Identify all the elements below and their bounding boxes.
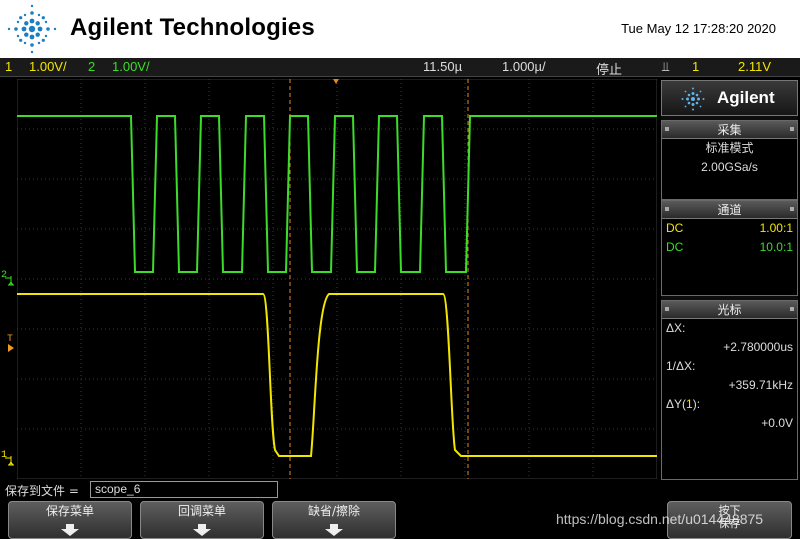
status-bar: 1 1.00V/ 2 1.00V/ 11.50µ 1.000µ/ 停止 ⫫ 1 … [0,58,800,77]
agilent-spark-icon [681,87,705,111]
inv-dx-value-row: +359.71kHz [662,376,797,395]
down-arrow-icon [193,524,211,536]
sample-rate: 2.00GSa/s [701,160,758,174]
dx-value: +2.780000us [723,340,793,354]
inv-dx-label: 1/ΔX: [666,359,696,373]
ch2-ground-icon [5,276,14,286]
trigger-edge-icon: ⫫ [662,59,670,74]
filename-row: 保存到文件 = scope_6 [0,480,800,499]
ch1-probe: 1.00:1 [759,221,793,235]
watermark-text: https://blog.csdn.net/u014448875 [556,511,764,527]
filename-label: 保存到文件 = [5,484,79,498]
trigger-position-icon [333,79,339,84]
panel-logo-text: Agilent [717,88,775,107]
panel-logo: Agilent [661,80,798,116]
dy-value: +0.0V [761,416,793,430]
acquire-box[interactable]: 采集 标准模式 2.00GSa/s [661,120,798,200]
cursors-box[interactable]: 光标 ΔX: +2.780000us 1/ΔX: +359.71kHz ΔY(1… [661,300,798,480]
dy-value-row: +0.0V [662,414,797,433]
side-panel: Agilent 采集 标准模式 2.00GSa/s 通道 DC 1.00:1 D… [661,80,798,480]
default-erase-softkey[interactable]: 缺省/擦除 [272,501,396,539]
brand-name: Agilent Technologies [70,14,315,41]
ch2-number[interactable]: 2 [88,59,95,74]
save-menu-softkey[interactable]: 保存菜单 [8,501,132,539]
inv-dx-value: +359.71kHz [728,378,793,392]
time-offset[interactable]: 11.50µ [423,59,462,74]
acquire-mode: 标准模式 [705,141,754,155]
acquire-title: 采集 [662,121,797,139]
ch2-probe: 10.0:1 [759,240,793,254]
ch1-number[interactable]: 1 [5,59,12,74]
trigger-source[interactable]: 1 [692,59,699,74]
waveform-display[interactable] [17,79,657,479]
channels-title: 通道 [662,201,797,219]
header: Agilent Technologies Tue May 12 17:28:20… [0,0,800,58]
run-state[interactable]: 停止 [596,59,622,78]
trigger-level[interactable]: 2.11V [738,59,771,74]
channels-box[interactable]: 通道 DC 1.00:1 DC 10.0:1 [661,200,798,296]
recall-menu-softkey[interactable]: 回调菜单 [140,501,264,539]
dy-label: ΔY(1): [666,397,701,411]
filename-input[interactable]: scope_6 [90,481,278,498]
dx-value-row: +2.780000us [662,338,797,357]
cursors-title: 光标 [662,301,797,319]
trigger-arrow-icon [8,344,14,352]
ch1-scale[interactable]: 1.00V/ [29,59,67,74]
down-arrow-icon [61,524,79,536]
down-arrow-icon [325,524,343,536]
datetime: Tue May 12 17:28:20 2020 [621,21,776,36]
channel-row-1: DC 1.00:1 [662,219,797,238]
ch2-scale[interactable]: 1.00V/ [112,59,150,74]
ch1-coupling: DC [666,221,684,235]
channel-row-2: DC 10.0:1 [662,238,797,257]
time-scale[interactable]: 1.000µ/ [502,59,546,74]
graticule [17,79,657,479]
agilent-spark-icon [7,4,57,54]
ch1-ground-icon [5,456,14,466]
ch2-coupling: DC [666,240,684,254]
dx-label: ΔX: [666,321,686,335]
